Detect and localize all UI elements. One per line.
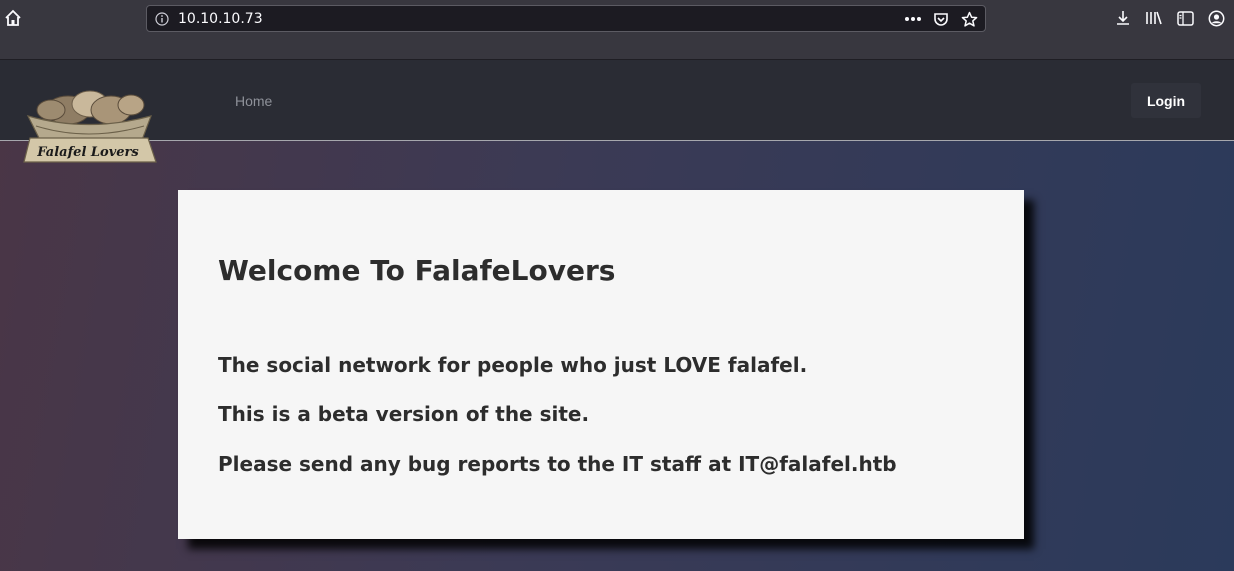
falafel-lovers-logo[interactable]: Falafel Lovers [16, 88, 161, 170]
url-text[interactable]: 10.10.10.73 [178, 11, 263, 27]
site-navbar: Home Login [0, 60, 1234, 141]
download-icon[interactable] [1113, 8, 1133, 28]
intro-line-1: The social network for people who just L… [218, 353, 808, 377]
info-icon[interactable] [155, 11, 169, 26]
home-icon[interactable] [3, 8, 23, 28]
welcome-card: Welcome To FalafeLovers The social netwo… [178, 190, 1024, 539]
page-title: Welcome To FalafeLovers [218, 254, 616, 287]
nav-home-link[interactable]: Home [235, 93, 272, 109]
pocket-icon[interactable] [931, 9, 951, 29]
page-body: Home Login Falafel Lovers Welcome To Fal… [0, 60, 1234, 571]
browser-toolbar: 10.10.10.73 [0, 0, 1234, 60]
logo-text: Falafel Lovers [36, 145, 139, 160]
bookmark-star-icon[interactable] [959, 9, 979, 29]
login-button[interactable]: Login [1131, 83, 1201, 118]
address-bar[interactable]: 10.10.10.73 [146, 5, 986, 32]
more-dots-icon[interactable] [903, 9, 923, 29]
intro-line-3: Please send any bug reports to the IT st… [218, 452, 897, 476]
intro-line-2: This is a beta version of the site. [218, 402, 590, 426]
sidebar-icon[interactable] [1175, 8, 1195, 28]
account-icon[interactable] [1206, 8, 1226, 28]
library-icon[interactable] [1144, 8, 1164, 28]
